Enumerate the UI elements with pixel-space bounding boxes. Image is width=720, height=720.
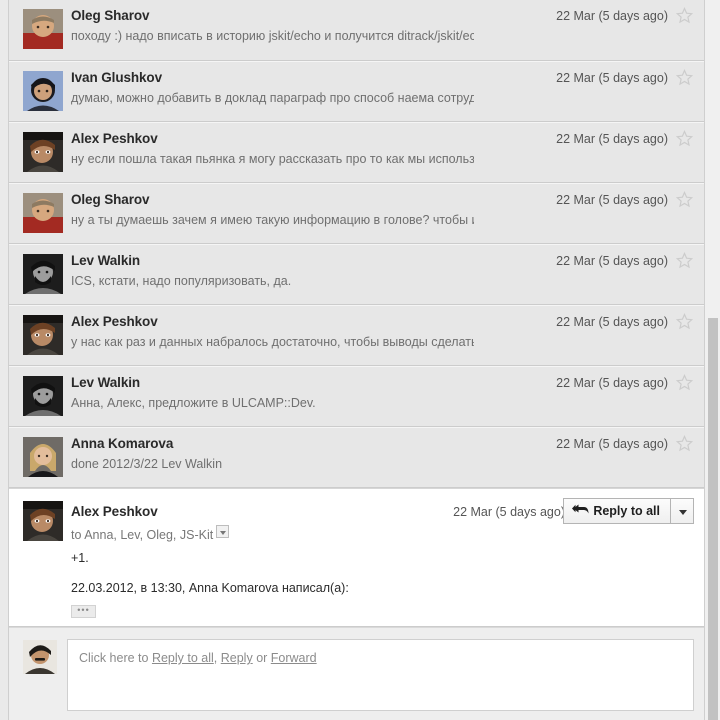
message-snippet: ICS, кстати, надо популяризовать, да. [71, 274, 292, 288]
composer-sep-2: or [252, 651, 271, 665]
message-snippet: походу :) надо вписать в историю jskit/e… [71, 29, 474, 43]
message-snippet: думаю, можно добавить в доклад параграф … [71, 91, 474, 105]
message-row[interactable]: Alex Peshkov у нас как раз и данных набра… [9, 305, 704, 366]
message-snippet: done 2012/3/22 Lev Walkin [71, 457, 223, 471]
reply-all-icon [572, 504, 589, 519]
reply-to-all-label: Reply to all [593, 504, 660, 518]
avatar-lev-walkin [23, 254, 63, 294]
avatar-ivan-glushkov [23, 71, 63, 111]
message-date: 22 Mar (5 days ago) [556, 132, 668, 146]
message-row[interactable]: Ivan Glushkov думаю, можно добавить в док… [9, 61, 704, 122]
message-body-line-1: +1. [71, 551, 89, 565]
expanded-message[interactable]: Alex Peshkov to Anna, Lev, Oleg, JS-Kit … [9, 488, 704, 627]
message-sender-name: Lev Walkin [71, 375, 141, 390]
message-row[interactable]: Oleg Sharov походу :) надо вписать в исто… [9, 0, 704, 61]
star-icon[interactable] [676, 374, 694, 392]
message-snippet: у нас как раз и данных набралось достато… [71, 335, 474, 349]
email-thread-window: Oleg Sharov походу :) надо вписать в исто… [0, 0, 720, 720]
message-sender-name: Oleg Sharov [71, 8, 150, 23]
avatar-alex-peshkov [23, 501, 63, 541]
reply-to-all-button[interactable]: Reply to all [563, 498, 670, 524]
expanded-recipients-label: to Anna, Lev, Oleg, JS-Kit [71, 528, 214, 542]
message-date: 22 Mar (5 days ago) [556, 71, 668, 85]
scrollbar-thumb[interactable] [708, 318, 718, 720]
expanded-recipients[interactable]: to Anna, Lev, Oleg, JS-Kit [71, 525, 230, 542]
reply-composer[interactable]: Click here to Reply to all, Reply or For… [9, 627, 704, 720]
message-date: 22 Mar (5 days ago) [556, 376, 668, 390]
message-snippet: Анна, Алекс, предложите в ULCAMP::Dev. [71, 396, 316, 410]
avatar-lev-walkin [23, 376, 63, 416]
composer-placeholder: Click here to Reply to all, Reply or For… [79, 651, 317, 665]
message-date: 22 Mar (5 days ago) [556, 315, 668, 329]
message-date: 22 Mar (5 days ago) [556, 9, 668, 23]
message-row[interactable]: Lev Walkin ICS, кстати, надо популяризова… [9, 244, 704, 305]
message-snippet: ну а ты думаешь зачем я имею такую инфор… [71, 213, 474, 227]
chevron-down-icon[interactable] [216, 525, 230, 538]
message-body-line-2: 22.03.2012, в 13:30, Anna Komarova напис… [71, 581, 349, 595]
expand-quoted-text-button[interactable]: ••• [71, 605, 96, 618]
message-sender-name: Alex Peshkov [71, 314, 158, 329]
expanded-sender-name: Alex Peshkov [71, 504, 158, 519]
message-row[interactable]: Oleg Sharov ну а ты думаешь зачем я имею … [9, 183, 704, 244]
vertical-scrollbar[interactable] [705, 0, 720, 720]
star-icon[interactable] [676, 69, 694, 87]
composer-reply-to-all-link[interactable]: Reply to all [152, 651, 214, 665]
avatar-alex-peshkov [23, 132, 63, 172]
message-sender-name: Ivan Glushkov [71, 70, 162, 85]
message-row[interactable]: Alex Peshkov ну если пошла такая пьянка я… [9, 122, 704, 183]
message-sender-name: Lev Walkin [71, 253, 141, 268]
reply-button-group[interactable]: Reply to all [563, 498, 694, 524]
composer-forward-link[interactable]: Forward [271, 651, 317, 665]
message-date: 22 Mar (5 days ago) [556, 193, 668, 207]
composer-reply-link[interactable]: Reply [221, 651, 253, 665]
composer-sep-1: , [213, 651, 221, 665]
message-snippet: ну если пошла такая пьянка я могу расска… [71, 152, 474, 166]
composer-prefix: Click here to [79, 651, 152, 665]
avatar-alex-peshkov [23, 315, 63, 355]
message-row[interactable]: Anna Komarova done 2012/3/22 Lev Walkin 22… [9, 427, 704, 488]
avatar-anna-komarova [23, 437, 63, 477]
expanded-message-date: 22 Mar (5 days ago) [453, 505, 565, 519]
reply-input-box[interactable]: Click here to Reply to all, Reply or For… [67, 639, 694, 711]
star-icon[interactable] [676, 130, 694, 148]
star-icon[interactable] [676, 435, 694, 453]
message-sender-name: Alex Peshkov [71, 131, 158, 146]
thread-list: Oleg Sharov походу :) надо вписать в исто… [8, 0, 705, 720]
reply-options-dropdown-button[interactable] [670, 498, 694, 524]
avatar-current-user [23, 640, 57, 674]
message-row[interactable]: Lev Walkin Анна, Алекс, предложите в ULCA… [9, 366, 704, 427]
message-sender-name: Anna Komarova [71, 436, 174, 451]
avatar-oleg-sharov [23, 9, 63, 49]
message-sender-name: Oleg Sharov [71, 192, 150, 207]
message-date: 22 Mar (5 days ago) [556, 254, 668, 268]
star-icon[interactable] [676, 7, 694, 25]
collapsed-messages-container: Oleg Sharov походу :) надо вписать в исто… [9, 0, 704, 488]
star-icon[interactable] [676, 313, 694, 331]
avatar-oleg-sharov [23, 193, 63, 233]
message-date: 22 Mar (5 days ago) [556, 437, 668, 451]
star-icon[interactable] [676, 191, 694, 209]
star-icon[interactable] [676, 252, 694, 270]
